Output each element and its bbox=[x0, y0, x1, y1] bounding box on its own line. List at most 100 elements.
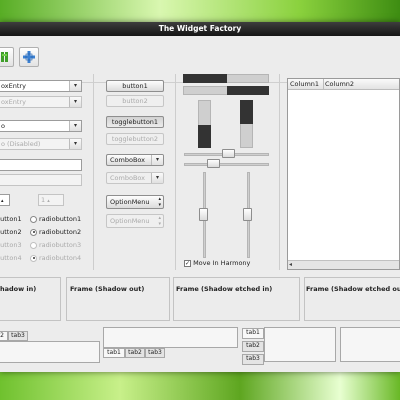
radio-right-2[interactable]: radiobutton2 bbox=[30, 228, 81, 236]
option-menu-disabled: OptionMenu ▴ ▾ bbox=[106, 214, 164, 228]
radio-right-3: radiobutton3 bbox=[30, 241, 81, 249]
radio-indicator bbox=[30, 241, 37, 249]
radio-left-2[interactable]: button2 bbox=[0, 228, 22, 236]
hscale-slider-handle-2[interactable] bbox=[207, 159, 220, 168]
button1[interactable]: button1 bbox=[106, 80, 164, 92]
desktop-background-top bbox=[0, 0, 400, 22]
column-divider bbox=[323, 79, 324, 89]
chevron-down-icon: ▾ bbox=[69, 97, 81, 107]
combo-box[interactable]: o ▾ bbox=[0, 120, 82, 132]
option-menu-disabled-label: OptionMenu bbox=[110, 217, 150, 225]
toggle-button2-disabled: togglebutton2 bbox=[106, 133, 164, 145]
radio-left-1[interactable]: button1 bbox=[0, 215, 22, 223]
notebook-2-page bbox=[103, 327, 238, 348]
frame-shadow-in bbox=[0, 277, 61, 321]
frame-etched-in-label: Frame (Shadow etched in) bbox=[176, 285, 273, 293]
notebook-1-tab-3[interactable]: tab3 bbox=[8, 331, 28, 341]
chevron-down-icon[interactable]: ▾ bbox=[69, 121, 81, 131]
progress-fill-vertical bbox=[198, 125, 211, 148]
separator bbox=[279, 74, 280, 270]
notebook-2-tab-3[interactable]: tab3 bbox=[145, 348, 165, 358]
button2-disabled: button2 bbox=[106, 95, 164, 107]
radio-right-3-label: radiobutton3 bbox=[39, 241, 82, 249]
green-tool-icon bbox=[1, 52, 8, 62]
frame-etched-out bbox=[304, 277, 400, 321]
spin-button[interactable]: ▴▾ bbox=[0, 194, 10, 206]
radio-indicator bbox=[30, 254, 37, 262]
radio-right-2-label: radiobutton2 bbox=[39, 228, 82, 236]
add-icon bbox=[23, 51, 35, 63]
spin-button-disabled: 1 ▴▾ bbox=[38, 194, 64, 206]
updown-icon: ▴ ▾ bbox=[158, 215, 161, 227]
frame-etched-out-label: Frame (Shadow etched ou bbox=[306, 285, 400, 293]
combo-button-disabled: ComboBox ▾ bbox=[106, 172, 164, 184]
option-menu-label: OptionMenu bbox=[110, 198, 150, 206]
horizontal-scrollbar[interactable] bbox=[288, 260, 399, 269]
frame-shadow-in-label: hadow in) bbox=[0, 285, 37, 293]
combo-box-text: o bbox=[1, 122, 5, 130]
frame-shadow-out bbox=[66, 277, 170, 321]
radio-right-4-label: radiobutton4 bbox=[39, 254, 82, 262]
notebook-1-tab-2[interactable]: 2 bbox=[0, 331, 8, 341]
chevron-down-icon[interactable]: ▾ bbox=[69, 81, 81, 91]
scroll-left-icon[interactable]: ◂ bbox=[289, 261, 292, 269]
checkbox-check-icon[interactable]: ✓ bbox=[184, 259, 191, 267]
updown-icon: ▴ ▾ bbox=[158, 196, 161, 208]
hscale-slider-handle[interactable] bbox=[222, 149, 235, 158]
combo-box-entry-disabled: oxEntry ▾ bbox=[0, 96, 82, 108]
toolbar-button-add[interactable] bbox=[19, 47, 39, 67]
notebook-2-tab-1[interactable]: tab1 bbox=[103, 348, 125, 358]
radio-left-1-label: button1 bbox=[0, 215, 22, 223]
radio-indicator[interactable] bbox=[30, 228, 37, 236]
chevron-down-icon: ▾ bbox=[69, 139, 81, 149]
chevron-down-icon: ▾ bbox=[151, 173, 163, 183]
combo-box-entry-text: oxEntry bbox=[1, 82, 26, 90]
radio-left-3-label: button3 bbox=[0, 241, 22, 249]
notebook-2-tab-2[interactable]: tab2 bbox=[125, 348, 145, 358]
spin-arrows-icon[interactable]: ▴▾ bbox=[1, 198, 4, 205]
combo-box-entry[interactable]: oxEntry ▾ bbox=[0, 80, 82, 92]
tree-view[interactable]: Column1 Column2 ◂ bbox=[287, 78, 400, 270]
text-entry-disabled bbox=[0, 174, 82, 186]
combo-box-disabled-text: o (Disabled) bbox=[1, 140, 41, 148]
notebook-3-tab-1[interactable]: tab1 bbox=[242, 328, 264, 339]
notebook-4-page bbox=[340, 327, 400, 362]
combo-button-disabled-label: ComboBox bbox=[110, 174, 146, 182]
notebook-3-tab-3[interactable]: tab3 bbox=[242, 354, 264, 365]
radio-indicator[interactable] bbox=[30, 215, 37, 223]
toolbar-button-green[interactable] bbox=[0, 47, 14, 67]
radio-right-1-label: radiobutton1 bbox=[39, 215, 82, 223]
radio-left-4: button4 bbox=[0, 254, 22, 262]
progress-fill-vertical-2 bbox=[240, 100, 253, 124]
notebook-1-page bbox=[0, 341, 100, 363]
column2-header[interactable]: Column2 bbox=[325, 80, 354, 88]
frame-shadow-out-label: Frame (Shadow out) bbox=[70, 285, 145, 293]
radio-right-4: radiobutton4 bbox=[30, 254, 81, 262]
hscale-track-2[interactable] bbox=[184, 163, 269, 166]
combo-button-label: ComboBox bbox=[110, 156, 146, 164]
combo-box-entry-disabled-text: oxEntry bbox=[1, 98, 26, 106]
progress-fill-left bbox=[183, 74, 227, 83]
text-entry[interactable] bbox=[0, 159, 82, 171]
column1-header[interactable]: Column1 bbox=[290, 80, 319, 88]
combo-button[interactable]: ComboBox ▾ bbox=[106, 154, 164, 166]
application-window: The Widget Factory oxEntry ▾ oxEntry ▾ o… bbox=[0, 22, 400, 372]
radio-left-3: button3 bbox=[0, 241, 22, 249]
progress-fill-right bbox=[227, 86, 269, 95]
combo-box-disabled: o (Disabled) ▾ bbox=[0, 138, 82, 150]
radio-left-2-label: button2 bbox=[0, 228, 22, 236]
radio-right-1[interactable]: radiobutton1 bbox=[30, 215, 81, 223]
toggle-button1[interactable]: togglebutton1 bbox=[106, 116, 164, 128]
desktop-background-bottom bbox=[0, 370, 400, 400]
option-menu[interactable]: OptionMenu ▴ ▾ bbox=[106, 195, 164, 209]
window-titlebar[interactable]: The Widget Factory bbox=[0, 22, 400, 36]
vscale-slider-handle-2[interactable] bbox=[243, 208, 252, 221]
spin-button-disabled-value: 1 bbox=[41, 196, 46, 204]
separator bbox=[175, 74, 176, 270]
harmony-checkbox[interactable]: ✓ Move In Harmony bbox=[184, 259, 250, 267]
radio-left-4-label: button4 bbox=[0, 254, 22, 262]
vscale-slider-handle[interactable] bbox=[199, 208, 208, 221]
chevron-down-icon[interactable]: ▾ bbox=[151, 155, 163, 165]
frame-etched-in bbox=[173, 277, 300, 321]
notebook-3-tab-2[interactable]: tab2 bbox=[242, 341, 264, 352]
